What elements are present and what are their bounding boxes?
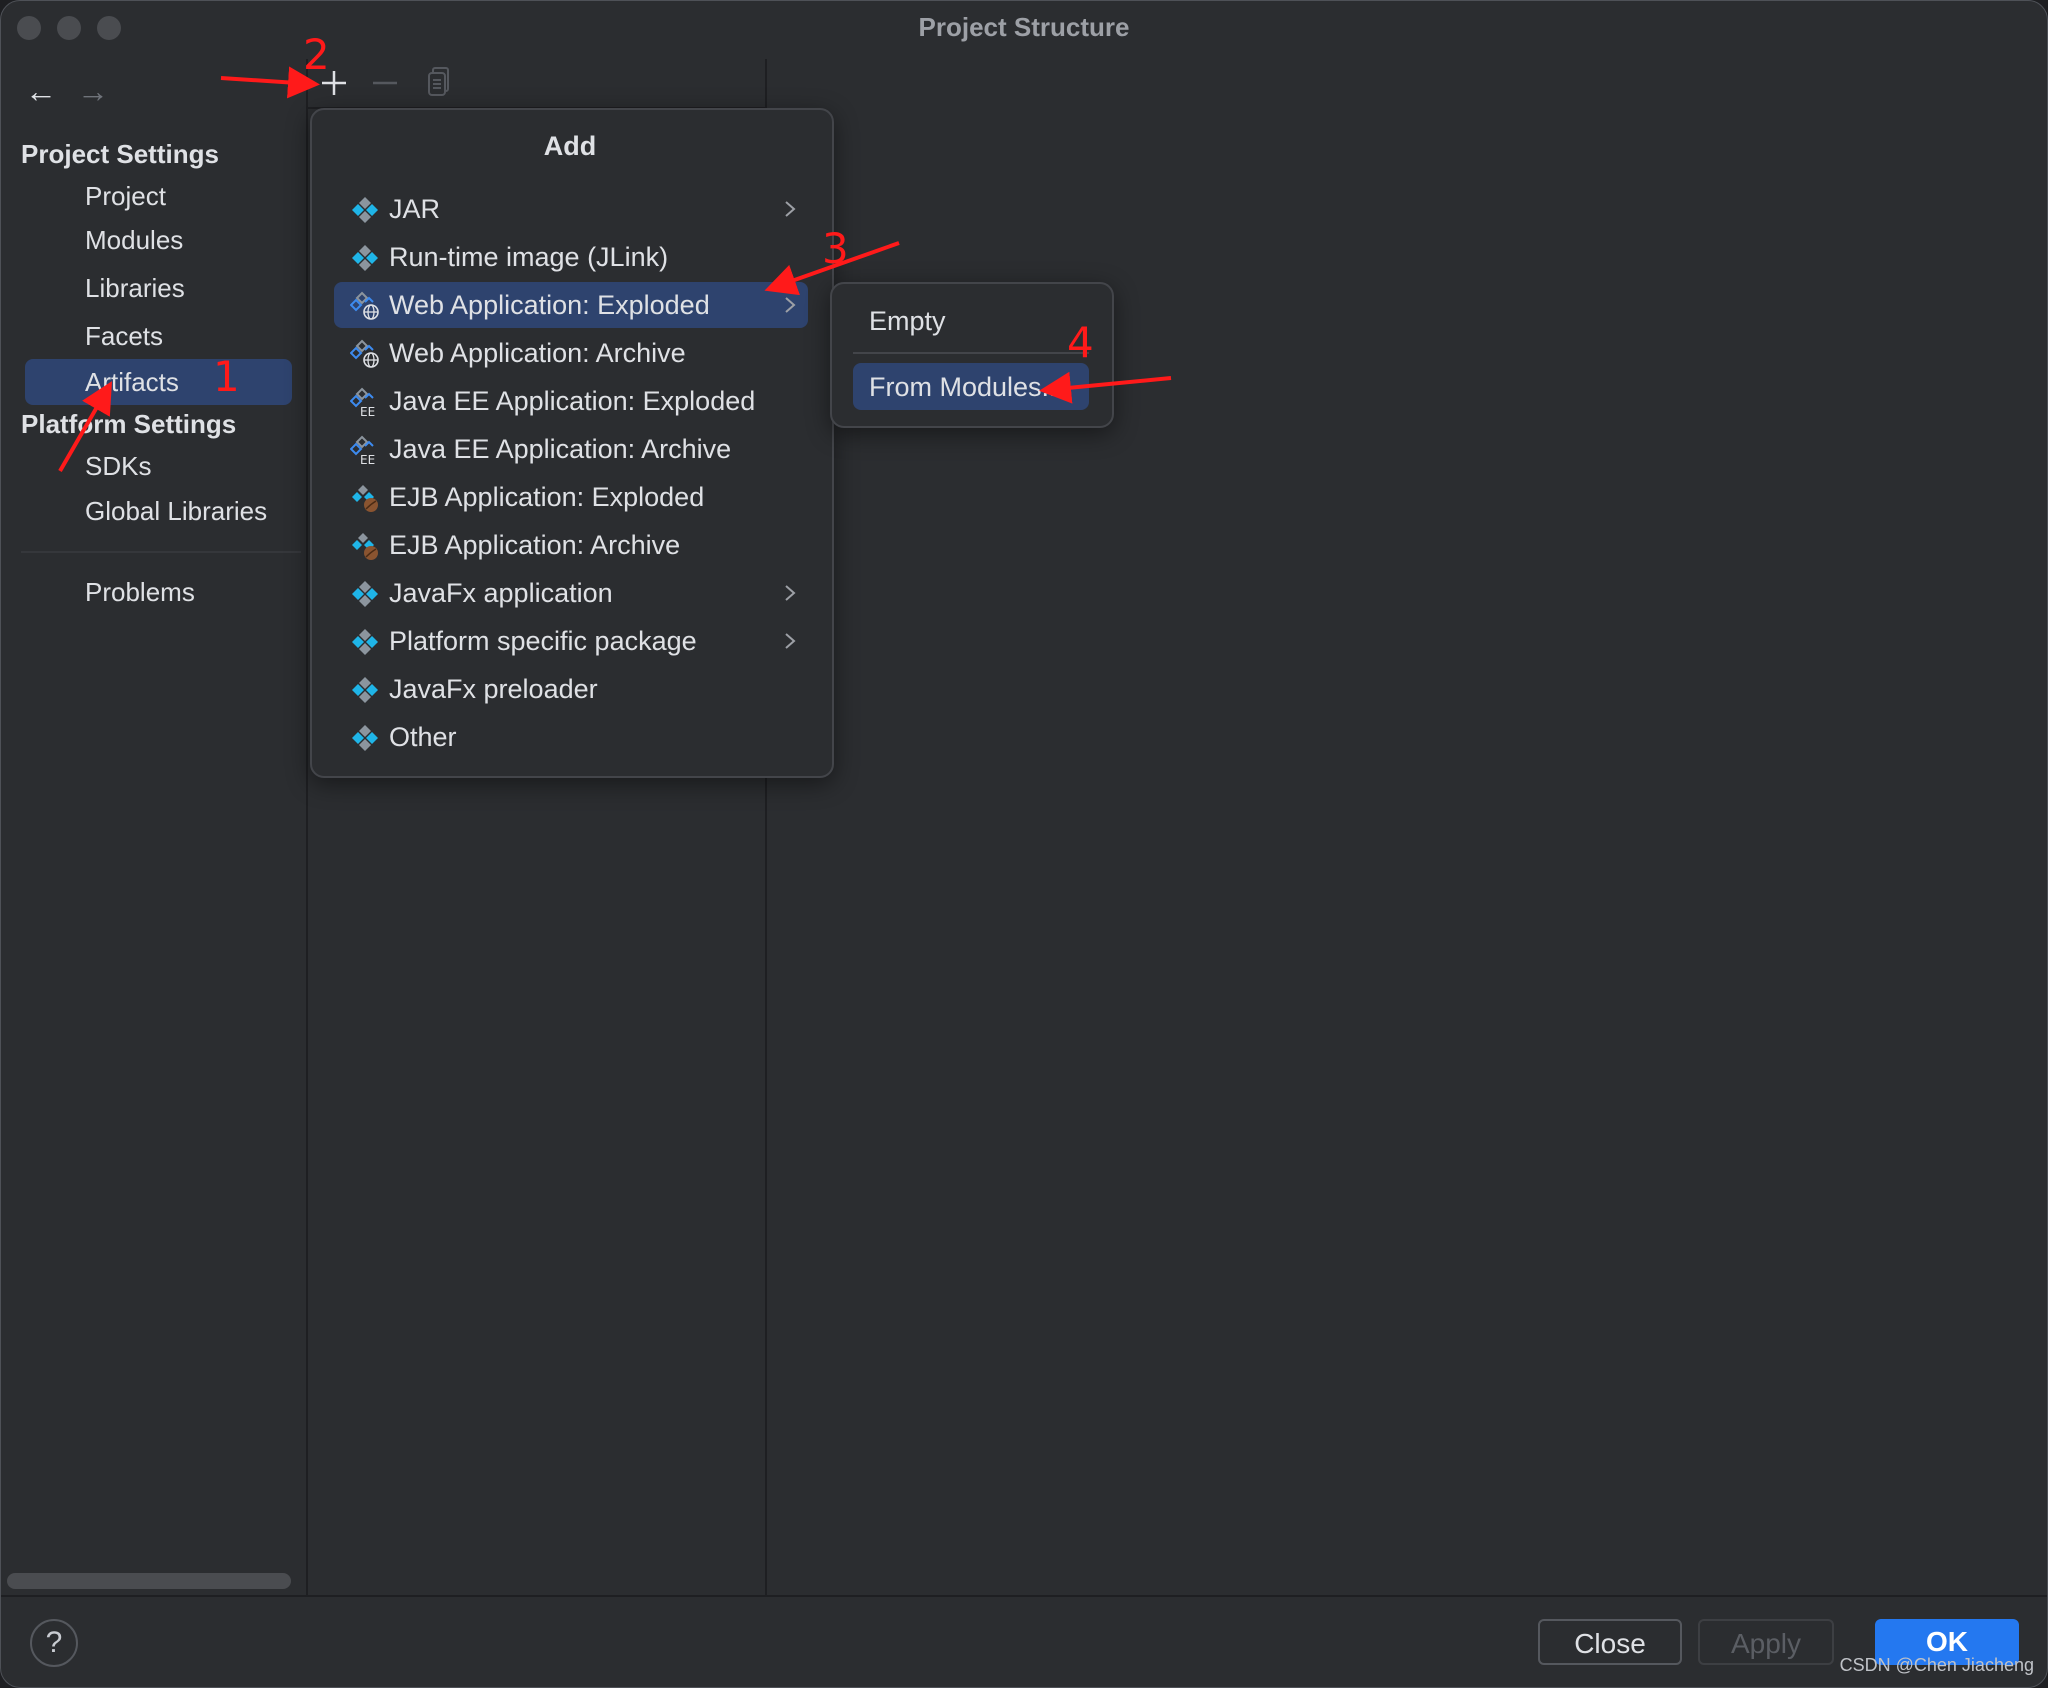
javaee-artifact-icon: EE [349,435,380,467]
menu-item-label: Run-time image (JLink) [389,242,669,272]
sidebar-item-label: Problems [85,577,195,607]
sidebar-item-global-libraries[interactable]: Global Libraries [25,488,292,534]
menu-item-run-time-image-jlink[interactable]: Run-time image (JLink) [334,234,808,280]
sidebar-item-label: Libraries [85,273,185,303]
menu-item-label: EJB Application: Archive [389,530,681,560]
menu-item-web-application-archive[interactable]: Web Application: Archive [334,330,808,376]
menu-item-other[interactable]: Other [334,714,808,760]
apply-button[interactable]: Apply [1698,1619,1834,1665]
menu-item-javafx-application[interactable]: JavaFx application [334,570,808,616]
submenu-item-empty[interactable]: Empty [853,297,1089,344]
menu-item-ejb-application-exploded[interactable]: EJB Application: Exploded [334,474,808,520]
submenu-item-label: From Modules... [869,372,1065,402]
arrow-left-icon: ← [25,73,57,109]
ejb-artifact-icon [350,483,380,513]
chevron-right-icon [780,626,800,656]
sidebar-item-modules[interactable]: Modules [25,217,292,263]
minus-icon [373,81,397,85]
remove-artifact-button[interactable] [365,63,405,103]
artifact-icon [350,675,380,705]
annotation-step-3: 3 [822,224,849,273]
javaee-artifact-icon: EE [349,387,380,419]
sidebar-divider[interactable] [306,59,308,1596]
footer-divider [1,1595,2047,1597]
sidebar-item-label: Modules [85,225,184,255]
watermark: CSDN @Chen Jiacheng [1839,1655,2034,1675]
help-button[interactable]: ? [30,1619,78,1667]
chevron-right-icon [780,194,800,224]
sidebar-item-sdks[interactable]: SDKs [25,443,292,489]
submenu-item-from-modules[interactable]: From Modules... [853,363,1089,410]
project-structure-dialog: Project Structure ← → Project Settings P… [0,0,2048,1688]
web-artifact-icon [349,339,380,369]
menu-item-java-ee-application-exploded[interactable]: EE Java EE Application: Exploded [334,378,808,424]
back-button[interactable]: ← [23,73,59,109]
chevron-right-icon [780,290,800,320]
artifact-icon [350,723,380,753]
copy-icon [428,67,449,96]
menu-item-label: JAR [389,194,441,224]
submenu-item-label: Empty [869,306,946,336]
menu-item-ejb-application-archive[interactable]: EJB Application: Archive [334,522,808,568]
chevron-right-icon [780,578,800,608]
menu-item-label: JavaFx preloader [389,674,598,704]
project-settings-heading: Project Settings [21,139,219,169]
svg-text:EE: EE [360,405,375,417]
menu-item-label: Web Application: Exploded [389,290,710,320]
menu-item-javafx-preloader[interactable]: JavaFx preloader [334,666,808,712]
menu-item-label: EJB Application: Exploded [389,482,705,512]
web-artifact-icon [349,291,380,321]
menu-item-label: Platform specific package [389,626,697,656]
sidebar-item-artifacts[interactable]: Artifacts [25,359,292,405]
sidebar-item-label: Facets [85,321,164,351]
artifact-icon [350,579,380,609]
sidebar-item-label: Artifacts [85,367,179,397]
svg-text:EE: EE [360,453,375,465]
menu-item-label: Web Application: Archive [389,338,686,368]
annotation-step-4: 4 [1067,318,1094,367]
annotation-step-2: 2 [303,30,330,79]
platform-settings-heading: Platform Settings [21,409,237,439]
annotation-step-1: 1 [213,352,240,401]
arrow-right-icon: → [77,73,109,109]
sidebar-horizontal-scrollbar[interactable] [7,1573,291,1589]
menu-item-label: Java EE Application: Archive [389,434,732,464]
artifact-icon [350,627,380,657]
sidebar-item-label: Project [85,181,166,211]
menu-item-jar[interactable]: JAR [334,186,808,232]
artifact-icon [350,195,380,225]
sidebar-item-label: Global Libraries [85,496,268,526]
sidebar-item-label: SDKs [85,451,152,481]
artifact-icon [350,243,380,273]
sidebar-item-facets[interactable]: Facets [25,313,292,359]
sidebar-item-libraries[interactable]: Libraries [25,265,292,311]
sidebar-separator [21,551,301,553]
sidebar-item-problems[interactable]: Problems [25,569,292,615]
menu-item-java-ee-application-archive[interactable]: EE Java EE Application: Archive [334,426,808,472]
close-button[interactable]: Close [1538,1619,1682,1665]
add-menu-title: Add [543,131,597,161]
menu-item-label: JavaFx application [389,578,613,608]
copy-artifact-button[interactable] [418,63,458,103]
forward-button[interactable]: → [75,73,111,109]
submenu-separator [853,352,1089,354]
ejb-artifact-icon [350,531,380,561]
menu-item-web-application-exploded[interactable]: Web Application: Exploded [334,282,808,328]
question-mark-icon: ? [45,1626,63,1659]
menu-item-label: Other [389,722,457,752]
menu-item-label: Java EE Application: Exploded [389,386,756,416]
menu-item-platform-specific-package[interactable]: Platform specific package [334,618,808,664]
sidebar-item-project[interactable]: Project [25,173,292,219]
